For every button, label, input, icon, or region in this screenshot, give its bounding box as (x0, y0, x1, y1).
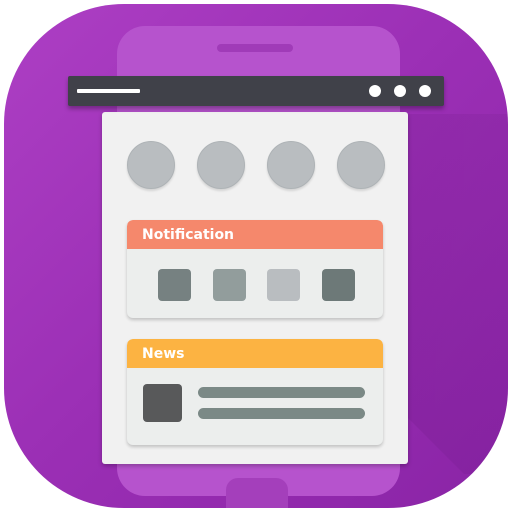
news-panel[interactable]: News (127, 339, 383, 445)
window-dot-icon[interactable] (419, 85, 431, 97)
avatar-circle[interactable] (337, 141, 385, 189)
phone-speaker (217, 44, 293, 52)
notification-tile[interactable] (267, 269, 300, 301)
news-headline-line (198, 387, 365, 398)
avatar-circle[interactable] (127, 141, 175, 189)
news-summary-line (198, 408, 365, 419)
notification-tile[interactable] (158, 269, 191, 301)
news-header: News (127, 339, 383, 368)
notification-tile[interactable] (322, 269, 355, 301)
notification-tile[interactable] (213, 269, 246, 301)
window-title-bar (68, 76, 444, 106)
avatar-circle[interactable] (197, 141, 245, 189)
notification-panel[interactable]: Notification (127, 220, 383, 318)
notification-header: Notification (127, 220, 383, 249)
avatar-circle[interactable] (267, 141, 315, 189)
phone-home-button (226, 478, 288, 508)
window-title-placeholder (77, 89, 140, 93)
window-dot-icon[interactable] (369, 85, 381, 97)
window-dot-icon[interactable] (394, 85, 406, 97)
news-thumbnail[interactable] (143, 384, 182, 422)
